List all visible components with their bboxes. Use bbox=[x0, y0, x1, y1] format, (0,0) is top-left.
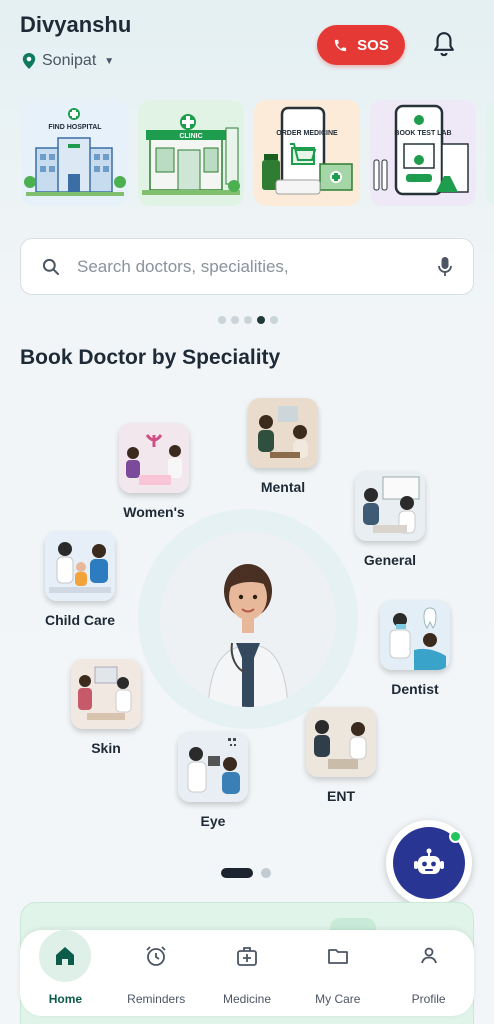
medical-kit-icon bbox=[221, 930, 273, 982]
womens-thumbnail bbox=[119, 423, 189, 493]
nav-medicine[interactable]: Medicine bbox=[202, 930, 293, 1016]
nav-home[interactable]: Home bbox=[20, 930, 111, 1016]
speciality-skin[interactable]: Skin bbox=[71, 659, 141, 756]
robot-icon bbox=[414, 848, 444, 874]
nav-my-care[interactable]: My Care bbox=[292, 930, 383, 1016]
pager-indicator-active[interactable] bbox=[221, 868, 253, 878]
mental-thumbnail bbox=[248, 398, 318, 468]
carousel-dot-active[interactable] bbox=[257, 316, 265, 324]
carousel-dot[interactable] bbox=[244, 316, 252, 324]
speciality-label: Women's bbox=[123, 504, 185, 520]
banner-order-medicine[interactable]: ORDER MEDICINE bbox=[254, 100, 360, 206]
speciality-mental[interactable]: Mental bbox=[248, 398, 318, 495]
bottom-navigation: Home Reminders Medicine My Care Profile bbox=[20, 930, 474, 1016]
search-icon bbox=[42, 258, 60, 275]
nav-label: Profile bbox=[411, 992, 446, 1006]
mic-icon[interactable] bbox=[437, 256, 453, 278]
section-title: Book Doctor by Speciality bbox=[20, 346, 281, 369]
lab-icon bbox=[373, 104, 469, 196]
speciality-eye[interactable]: Eye bbox=[178, 732, 248, 829]
banner-carousel-indicator bbox=[218, 316, 278, 324]
banner-book-test-lab[interactable]: BOOK TEST LAB bbox=[370, 100, 476, 206]
general-thumbnail bbox=[355, 471, 425, 541]
speciality-label: Skin bbox=[91, 740, 121, 756]
user-name: Divyanshu bbox=[20, 12, 132, 37]
sos-button[interactable]: SOS bbox=[317, 25, 405, 65]
dentist-thumbnail bbox=[380, 600, 450, 670]
speciality-label: Mental bbox=[260, 479, 306, 495]
nav-reminders[interactable]: Reminders bbox=[111, 930, 202, 1016]
carousel-dot[interactable] bbox=[231, 316, 239, 324]
banner-label: BOOK TEST LAB bbox=[394, 130, 452, 137]
doctor-illustration bbox=[160, 531, 336, 707]
search-bar[interactable] bbox=[20, 238, 474, 295]
speciality-child-care[interactable]: Child Care bbox=[45, 531, 115, 628]
alarm-icon bbox=[130, 930, 182, 982]
folder-icon bbox=[312, 930, 364, 982]
child-care-thumbnail bbox=[45, 531, 115, 601]
speciality-label: Dentist bbox=[391, 681, 439, 697]
banner-label: ORDER MEDICINE bbox=[276, 130, 338, 137]
chatbot-button[interactable] bbox=[386, 820, 472, 906]
speciality-general[interactable]: General bbox=[355, 471, 425, 568]
service-banners: FIND HOSPITAL CLINIC ORDER MEDICINE BOOK… bbox=[22, 100, 494, 206]
hospital-icon bbox=[24, 108, 126, 196]
speciality-dentist[interactable]: Dentist bbox=[380, 600, 450, 697]
carousel-dot[interactable] bbox=[270, 316, 278, 324]
banner-label: FIND HOSPITAL bbox=[48, 124, 102, 131]
bell-icon[interactable] bbox=[431, 31, 457, 59]
location-selector[interactable]: Sonipat ▼ bbox=[22, 52, 114, 70]
phone-icon bbox=[335, 39, 347, 51]
carousel-dot[interactable] bbox=[218, 316, 226, 324]
speciality-label: Child Care bbox=[45, 612, 116, 628]
banner-partial[interactable] bbox=[486, 100, 494, 206]
banner-find-hospital[interactable]: FIND HOSPITAL bbox=[22, 100, 128, 206]
home-icon bbox=[39, 930, 92, 982]
clinic-icon bbox=[142, 114, 240, 195]
nav-label: Home bbox=[48, 992, 83, 1006]
online-indicator bbox=[449, 830, 462, 843]
pager-indicator[interactable] bbox=[261, 868, 271, 878]
medicine-icon bbox=[262, 106, 353, 195]
chevron-down-icon: ▼ bbox=[104, 55, 115, 67]
banner-label: CLINIC bbox=[179, 133, 203, 140]
speciality-label: ENT bbox=[327, 788, 355, 804]
nav-label: Reminders bbox=[127, 992, 186, 1006]
speciality-label: Eye bbox=[200, 813, 226, 829]
person-icon bbox=[403, 930, 455, 982]
speciality-womens[interactable]: Women's bbox=[119, 423, 189, 520]
search-input[interactable] bbox=[77, 256, 417, 277]
nav-label: My Care bbox=[315, 992, 361, 1006]
nav-label: Medicine bbox=[222, 992, 271, 1006]
sos-label: SOS bbox=[357, 36, 389, 54]
location-label: Sonipat bbox=[42, 52, 97, 69]
speciality-ent[interactable]: ENT bbox=[306, 707, 376, 804]
banner-clinic[interactable]: CLINIC bbox=[138, 100, 244, 206]
nav-profile[interactable]: Profile bbox=[383, 930, 474, 1016]
eye-thumbnail bbox=[178, 732, 248, 802]
speciality-label: General bbox=[363, 552, 417, 568]
location-pin-icon bbox=[22, 53, 36, 69]
skin-thumbnail bbox=[71, 659, 141, 729]
speciality-pager bbox=[221, 868, 271, 878]
ent-thumbnail bbox=[306, 707, 376, 777]
